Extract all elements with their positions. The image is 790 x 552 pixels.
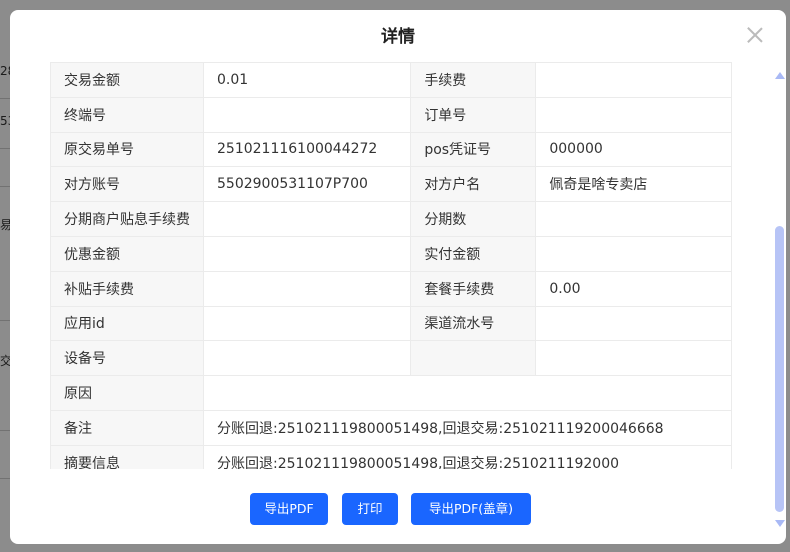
table-row: 分期商户贴息手续费 分期数	[50, 201, 732, 237]
table-row: 原因	[50, 375, 732, 411]
scrollbar-thumb[interactable]	[775, 226, 784, 512]
field-value	[535, 62, 732, 98]
field-value	[535, 201, 732, 237]
field-label: 交易金额	[50, 62, 204, 98]
field-label: 终端号	[50, 96, 204, 133]
field-label: 补贴手续费	[50, 270, 204, 307]
field-value: 5502900531107P700	[202, 166, 412, 203]
field-value: 佩奇是啥专卖店	[535, 166, 732, 203]
table-row: 补贴手续费 套餐手续费 0.00	[50, 270, 732, 307]
field-value	[202, 235, 412, 272]
field-value	[202, 305, 412, 342]
field-label: 分期商户贴息手续费	[50, 201, 204, 237]
field-label: 应用id	[50, 305, 204, 342]
vertical-scrollbar[interactable]	[774, 66, 786, 544]
field-label: 优惠金额	[50, 235, 204, 272]
field-label	[410, 340, 537, 377]
export-pdf-sealed-button[interactable]: 导出PDF(盖章)	[411, 493, 531, 525]
table-row: 对方账号 5502900531107P700 对方户名 佩奇是啥专卖店	[50, 166, 732, 203]
field-value	[535, 96, 732, 133]
field-label: 摘要信息	[50, 444, 204, 469]
field-label: 原交易单号	[50, 131, 204, 168]
field-value: 分账回退:251021119800051498,回退交易:25102111920…	[203, 409, 732, 446]
field-label: 设备号	[50, 340, 204, 377]
close-icon[interactable]	[746, 26, 764, 44]
field-label: 分期数	[410, 201, 537, 237]
field-label: 备注	[50, 409, 204, 446]
field-value: 分账回退:251021119800051498,回退交易:25102111920…	[203, 444, 732, 469]
field-label: 实付金额	[410, 235, 537, 272]
table-row: 优惠金额 实付金额	[50, 235, 732, 272]
table-row: 设备号	[50, 340, 732, 377]
button-bar: 导出PDF 打印 导出PDF(盖章)	[10, 493, 786, 525]
field-value	[535, 235, 732, 272]
detail-table: 交易金额 0.01 手续费 终端号 订单号 原交易单号 251021116100044272…	[50, 62, 732, 469]
field-value	[202, 96, 412, 133]
scroll-up-arrow-icon[interactable]	[775, 72, 785, 79]
detail-modal: 详情 交易金额 0.01 手续费 终端号 订单号 原交易单号 251021116100044…	[10, 10, 786, 544]
table-row: 应用id 渠道流水号	[50, 305, 732, 342]
table-row: 备注 分账回退:251021119800051498,回退交易:251021119…	[50, 409, 732, 446]
field-value	[535, 340, 732, 377]
field-label: 渠道流水号	[410, 305, 537, 342]
detail-table-container[interactable]: 交易金额 0.01 手续费 终端号 订单号 原交易单号 251021116100044272…	[50, 62, 733, 469]
field-label: 套餐手续费	[410, 270, 537, 307]
field-value: 251021116100044272	[202, 131, 412, 168]
field-label: 对方户名	[410, 166, 537, 203]
table-row: 摘要信息 分账回退:251021119800051498,回退交易:2510211…	[50, 444, 732, 469]
field-value	[203, 375, 732, 411]
field-label: 订单号	[410, 96, 537, 133]
field-value	[202, 340, 412, 377]
field-value: 000000	[535, 131, 732, 168]
field-value: 0.01	[202, 62, 412, 98]
modal-title: 详情	[381, 27, 415, 47]
table-row: 交易金额 0.01 手续费	[50, 62, 732, 98]
print-button[interactable]: 打印	[342, 493, 398, 525]
field-label: 对方账号	[50, 166, 204, 203]
field-value	[202, 201, 412, 237]
field-label: 手续费	[410, 62, 537, 98]
table-row: 终端号 订单号	[50, 96, 732, 133]
field-value	[535, 305, 732, 342]
field-label: 原因	[50, 375, 204, 411]
export-pdf-button[interactable]: 导出PDF	[250, 493, 328, 525]
scroll-down-arrow-icon[interactable]	[775, 520, 785, 527]
field-value	[202, 270, 412, 307]
field-value: 0.00	[535, 270, 732, 307]
table-row: 原交易单号 251021116100044272 pos凭证号 000000	[50, 131, 732, 168]
field-label: pos凭证号	[410, 131, 537, 168]
